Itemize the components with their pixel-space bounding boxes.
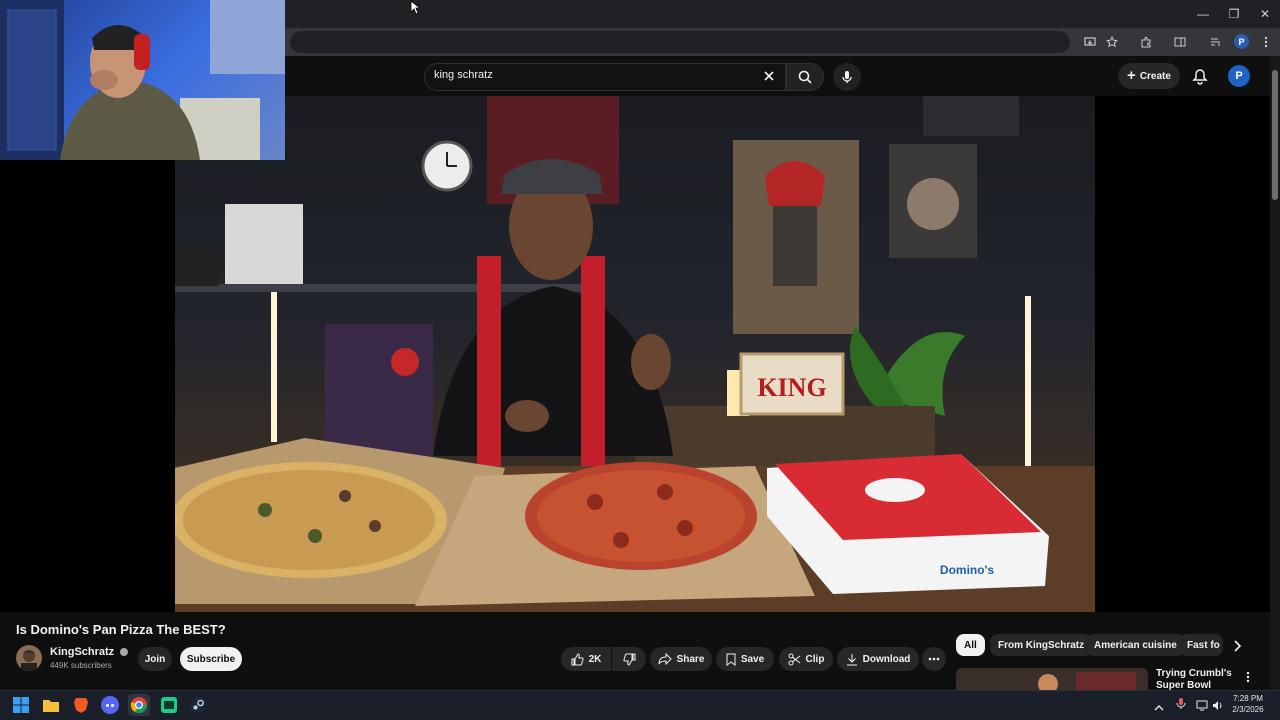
thumbs-up-icon [571, 652, 584, 665]
like-button[interactable]: 2K [561, 647, 611, 671]
clock-date: 2/3/2026 [1232, 705, 1264, 714]
share-label: Share [676, 653, 705, 665]
discord-icon[interactable] [99, 694, 121, 716]
dislike-button[interactable] [612, 647, 646, 671]
chip-all[interactable]: All [956, 634, 985, 656]
display-tray-icon[interactable] [1196, 698, 1208, 716]
voice-search-button[interactable] [833, 63, 861, 91]
subscriber-count: 449K subscribers [50, 661, 112, 670]
windows-start-icon[interactable] [10, 694, 32, 716]
search-query-text: king schratz [434, 69, 493, 81]
bookmark-star-icon[interactable] [1102, 32, 1122, 52]
share-button[interactable]: Share [650, 647, 712, 671]
extensions-icon[interactable] [1136, 32, 1156, 52]
more-actions-button[interactable] [922, 647, 946, 671]
tray-overflow-chevron-icon[interactable] [1154, 699, 1164, 717]
brave-browser-icon[interactable] [70, 694, 92, 716]
download-button[interactable]: Download [837, 647, 919, 671]
video-scene: KING Domino's [175, 96, 1095, 612]
mouse-cursor-icon [410, 0, 422, 20]
download-icon [846, 653, 857, 665]
recommendation-thumbnail[interactable] [956, 668, 1148, 690]
recommendation-menu-icon[interactable] [1246, 670, 1250, 688]
verified-badge-icon [120, 648, 129, 657]
dominos-box-text: Domino's [940, 563, 995, 577]
save-label: Save [740, 653, 765, 665]
channel-name-text: KingSchratz [50, 646, 115, 658]
share-icon [658, 653, 672, 665]
plus-icon: + [1127, 67, 1136, 84]
channel-name[interactable]: KingSchratz [50, 646, 129, 658]
save-button[interactable]: Save [716, 647, 774, 671]
file-explorer-icon[interactable] [40, 694, 62, 716]
side-panel-icon[interactable] [1170, 32, 1190, 52]
search-button[interactable] [786, 63, 824, 91]
clip-label: Clip [805, 653, 825, 665]
browser-profile-avatar[interactable]: P [1234, 34, 1249, 49]
notifications-bell-icon[interactable] [1192, 68, 1208, 90]
more-horizontal-icon [928, 657, 940, 661]
create-button[interactable]: + Create [1118, 63, 1180, 89]
channel-avatar[interactable] [16, 645, 42, 671]
steam-icon[interactable] [187, 694, 209, 716]
chip-american-cuisine[interactable]: American cuisine [1086, 634, 1185, 656]
download-label: Download [862, 653, 911, 665]
install-app-icon[interactable] [1080, 32, 1100, 52]
comic-poster [225, 204, 303, 284]
terminal-app-icon[interactable] [158, 694, 180, 716]
media-controls-icon[interactable] [1206, 32, 1226, 52]
join-button[interactable]: Join [138, 647, 172, 671]
chips-next-chevron-icon[interactable] [1232, 639, 1242, 657]
recommendation-title[interactable]: Trying Crumbl's Super Bowl Lineup [1156, 668, 1240, 690]
video-frame[interactable]: KING Domino's [175, 96, 1095, 612]
account-avatar[interactable]: P [1228, 65, 1250, 87]
search-icon [798, 70, 812, 84]
chip-fast-food[interactable]: Fast fo [1179, 634, 1223, 656]
chrome-icon[interactable] [128, 694, 150, 716]
clock-time: 7:28 PM [1233, 694, 1263, 703]
king-sign-text: KING [757, 373, 826, 402]
webcam-overlay [0, 0, 285, 160]
subscribe-button[interactable]: Subscribe [180, 647, 242, 671]
browser-menu-icon[interactable] [1256, 32, 1276, 52]
video-title: Is Domino's Pan Pizza The BEST? [16, 622, 226, 637]
chip-from-kingschratz[interactable]: From KingSchratz [990, 634, 1093, 656]
create-label: Create [1139, 70, 1171, 82]
headset [134, 34, 150, 70]
minimize-button[interactable]: — [1188, 0, 1218, 28]
microphone-icon [842, 71, 852, 83]
thumbs-down-icon [622, 653, 635, 666]
like-count: 2K [588, 653, 602, 665]
address-bar[interactable] [290, 31, 1070, 53]
clear-search-icon[interactable] [763, 69, 775, 87]
close-window-button[interactable]: ✕ [1250, 0, 1280, 28]
clip-button[interactable]: Clip [779, 647, 833, 671]
bookmark-icon [726, 653, 736, 666]
taskbar-clock[interactable]: 7:28 PM 2/3/2026 [1226, 693, 1270, 715]
scissors-icon [788, 653, 800, 665]
volume-tray-icon[interactable] [1212, 698, 1224, 716]
restore-button[interactable]: ❐ [1219, 0, 1249, 28]
microphone-tray-icon[interactable] [1176, 697, 1186, 715]
scrollbar-thumb[interactable] [1272, 70, 1278, 200]
